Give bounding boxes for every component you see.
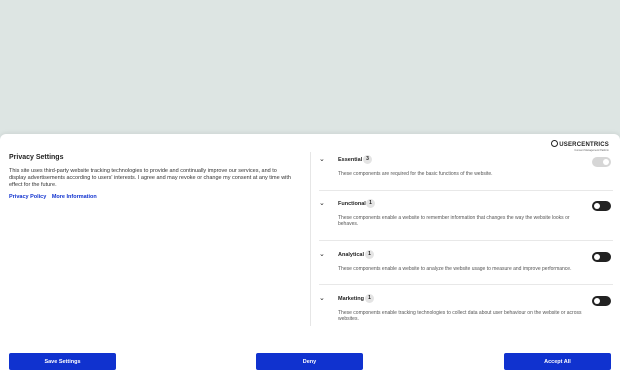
intro-section: Privacy Settings This site uses third-pa… bbox=[9, 154, 294, 200]
brand-logo: USERCENTRICS Consent Management Platform bbox=[551, 140, 609, 152]
marketing-toggle[interactable] bbox=[592, 296, 611, 306]
count-badge: 1 bbox=[366, 199, 375, 208]
toggle-knob bbox=[594, 254, 600, 260]
count-badge: 1 bbox=[365, 294, 374, 303]
category-separator bbox=[319, 240, 613, 241]
accept-all-button[interactable]: Accept All bbox=[504, 353, 611, 370]
category-header: ⌄ Marketing 1 bbox=[319, 294, 613, 306]
category-marketing: ⌄ Marketing 1 These components enable tr… bbox=[319, 294, 613, 323]
essential-toggle[interactable] bbox=[592, 157, 611, 167]
intro-text: This site uses third-party website track… bbox=[9, 168, 291, 188]
chevron-down-icon[interactable]: ⌄ bbox=[319, 250, 325, 258]
category-header: ⌄ Essential 3 bbox=[319, 155, 613, 167]
brand-tagline: Consent Management Platform bbox=[574, 149, 609, 152]
chevron-down-icon[interactable]: ⌄ bbox=[319, 199, 325, 207]
chevron-down-icon[interactable]: ⌄ bbox=[319, 294, 325, 302]
save-settings-button[interactable]: Save Settings bbox=[9, 353, 116, 370]
brand-name: USERCENTRICS bbox=[551, 140, 609, 148]
toggle-knob bbox=[594, 298, 600, 304]
analytical-toggle[interactable] bbox=[592, 252, 611, 262]
more-information-link[interactable]: More Information bbox=[52, 194, 97, 200]
category-title: Functional bbox=[338, 201, 366, 207]
category-separator bbox=[319, 284, 613, 285]
link-row: Privacy Policy More Information bbox=[9, 194, 294, 200]
column-divider bbox=[310, 152, 311, 326]
category-title: Marketing bbox=[338, 296, 364, 302]
category-functional: ⌄ Functional 1 These components enable a… bbox=[319, 199, 613, 228]
deny-button[interactable]: Deny bbox=[256, 353, 363, 370]
category-title: Essential bbox=[338, 157, 363, 163]
category-separator bbox=[319, 190, 613, 191]
category-header: ⌄ Functional 1 bbox=[319, 199, 613, 211]
category-analytical: ⌄ Analytical 1 These components enable a… bbox=[319, 250, 613, 272]
category-title: Analytical bbox=[338, 252, 364, 258]
count-badge: 1 bbox=[365, 250, 374, 259]
category-header: ⌄ Analytical 1 bbox=[319, 250, 613, 262]
consent-modal: Privacy Settings This site uses third-pa… bbox=[0, 134, 620, 379]
category-description: These components enable a website to rem… bbox=[338, 215, 570, 228]
category-essential: ⌄ Essential 3 These components are requi… bbox=[319, 155, 613, 177]
category-description: These components are required for the ba… bbox=[338, 171, 493, 177]
toggle-knob bbox=[603, 159, 609, 165]
category-description: These components enable tracking technol… bbox=[338, 310, 582, 323]
toggle-knob bbox=[594, 203, 600, 209]
functional-toggle[interactable] bbox=[592, 201, 611, 211]
chevron-down-icon[interactable]: ⌄ bbox=[319, 155, 325, 163]
privacy-policy-link[interactable]: Privacy Policy bbox=[9, 194, 46, 200]
count-badge: 3 bbox=[363, 155, 372, 164]
category-description: These components enable a website to ana… bbox=[338, 266, 572, 272]
modal-title: Privacy Settings bbox=[9, 154, 64, 161]
